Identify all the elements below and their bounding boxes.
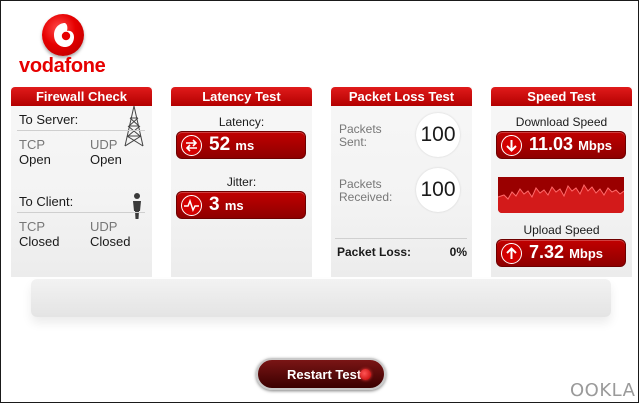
jitter-label: Jitter: [226, 175, 257, 189]
upload-speed-label: Upload Speed [523, 223, 600, 237]
latency-test-panel: Latency Test Latency: 52 ms Jitter: 3 ms [171, 87, 312, 277]
client-udp-status: UDP Closed [90, 219, 131, 249]
packets-sent-label: Packets Sent: [339, 122, 382, 149]
jitter-unit: ms [224, 198, 244, 213]
upload-speed-unit: Mbps [569, 246, 604, 261]
latency-label: Latency: [218, 115, 265, 129]
download-arrow-icon [501, 135, 522, 156]
client-tcp-status: TCP Closed [19, 219, 60, 249]
download-speed-label: Download Speed [515, 115, 608, 129]
download-speed-unit: Mbps [578, 138, 613, 153]
divider [335, 238, 467, 239]
restart-test-button[interactable]: Restart Test [256, 358, 386, 390]
packets-received-label: Packets Received: [339, 177, 393, 204]
server-tcp-status: TCP Open [19, 137, 51, 167]
latency-test-title: Latency Test [171, 87, 312, 106]
packets-sent-value: 100 [416, 113, 460, 157]
packets-received-value: 100 [416, 168, 460, 212]
packet-loss-label: Packet Loss: [337, 245, 412, 259]
download-speed-value: 11.03 [529, 134, 574, 154]
firewall-check-panel: Firewall Check To Server: TCP Open UDP O… [11, 87, 152, 277]
latency-exchange-icon [181, 135, 202, 156]
upload-speed-value: 7.32 [529, 242, 565, 262]
packet-loss-title: Packet Loss Test [331, 87, 472, 106]
server-udp-status: UDP Open [90, 137, 122, 167]
upload-arrow-icon [501, 243, 522, 264]
latency-value: 52 [209, 134, 231, 155]
upload-speed-meter: 7.32 Mbps [496, 239, 626, 267]
speedtest-window: vodafone Firewall Check To Server: TCP O… [0, 0, 639, 403]
restart-indicator-icon [360, 369, 371, 380]
jitter-meter: 3 ms [176, 191, 306, 219]
vodafone-logo-icon [42, 14, 84, 56]
person-icon [133, 193, 141, 219]
ookla-logo: OOKLA [570, 380, 636, 401]
restart-test-label: Restart Test [287, 367, 362, 382]
packet-loss-value: 0% [449, 245, 467, 259]
to-server-label: To Server: [19, 112, 79, 127]
jitter-pulse-icon [181, 195, 202, 216]
divider [17, 130, 145, 131]
latency-meter: 52 ms [176, 131, 306, 159]
vodafone-logo-text: vodafone [19, 55, 106, 77]
speed-test-panel: Speed Test Download Speed 11.03 Mbps Upl… [491, 87, 632, 277]
jitter-value: 3 [209, 194, 220, 215]
divider [17, 212, 145, 213]
speed-test-title: Speed Test [491, 87, 632, 106]
latency-unit: ms [235, 138, 255, 153]
to-client-label: To Client: [19, 194, 74, 209]
packet-loss-panel: Packet Loss Test Packets Sent: 100 Packe… [331, 87, 472, 277]
download-throughput-graph [498, 177, 624, 213]
download-speed-meter: 11.03 Mbps [496, 131, 626, 159]
server-tower-icon [124, 105, 144, 147]
panel-reflection-floor [31, 279, 611, 317]
